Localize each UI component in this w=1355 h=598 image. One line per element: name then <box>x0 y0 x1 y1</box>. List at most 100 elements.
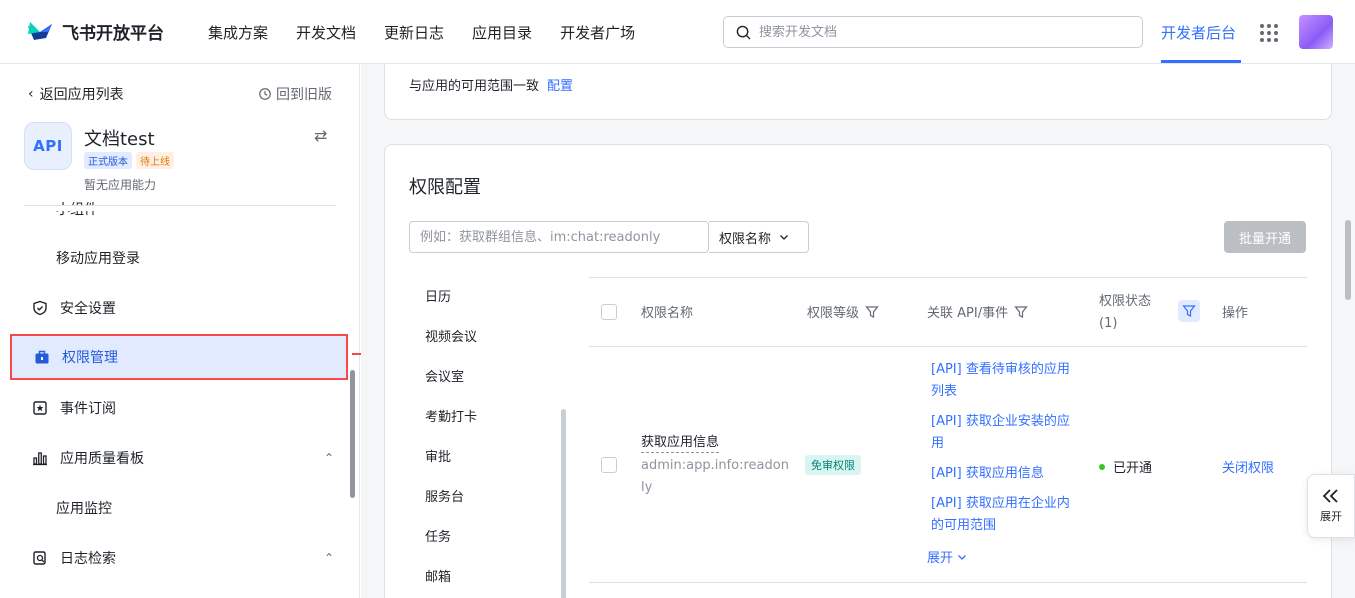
expand-apis-link[interactable]: 展开 <box>927 547 967 566</box>
category-item-mail[interactable]: 邮箱 <box>425 555 575 595</box>
col-label: 权限名称 <box>641 306 694 321</box>
app-badges: 正式版本 待上线 <box>84 152 174 169</box>
api-link[interactable]: [API] 获取应用信息 <box>931 463 1081 485</box>
chevron-up-icon[interactable]: ⌃ <box>324 551 334 565</box>
category-list: 日历 视频会议 会议室 考勤打卡 审批 服务台 任务 邮箱 <box>425 275 575 595</box>
permission-config-title: 权限配置 <box>409 177 481 198</box>
back-to-app-list[interactable]: ‹ 返回应用列表 <box>28 84 124 104</box>
api-link[interactable]: [API] 查看待审核的应用列表 <box>931 359 1081 403</box>
briefcase-icon <box>35 350 49 364</box>
category-scrollbar[interactable] <box>561 409 566 598</box>
user-avatar[interactable] <box>1299 15 1333 49</box>
category-item-calendar[interactable]: 日历 <box>425 275 575 315</box>
sidebar-item-security[interactable]: 安全设置 <box>10 285 348 331</box>
doc-search-box[interactable] <box>723 16 1143 48</box>
close-permission-link[interactable]: 关闭权限 <box>1222 457 1274 476</box>
select-all-checkbox[interactable] <box>601 304 617 320</box>
api-link[interactable]: [API] 获取应用在企业内的可用范围 <box>931 493 1081 537</box>
back-label: 返回应用列表 <box>39 87 124 103</box>
status-label: 已开通 <box>1113 461 1153 476</box>
batch-enable-button[interactable]: 批量开通 <box>1224 221 1306 253</box>
app-icon: API <box>24 122 72 170</box>
expand-label: 展开 <box>927 551 954 566</box>
apps-grid-icon[interactable] <box>1260 24 1278 42</box>
side-expand-panel[interactable]: 展开 <box>1307 474 1355 538</box>
nav-dev-square[interactable]: 开发者广场 <box>560 22 635 43</box>
scope-text: 与应用的可用范围一致 <box>409 79 540 94</box>
sidebar-item-monitor[interactable]: 应用监控 <box>10 485 348 531</box>
category-item-approval[interactable]: 审批 <box>425 435 575 475</box>
permission-search-box[interactable] <box>409 221 709 253</box>
permission-table-header: 权限名称 权限等级 关联 API/事件 权限状态 (1) 操作 <box>589 277 1307 347</box>
side-expand-label: 展开 <box>1320 510 1342 523</box>
scope-card: 与应用的可用范围一致 配置 <box>384 64 1332 120</box>
shield-icon <box>33 300 47 316</box>
col-related-api: 关联 API/事件 <box>927 302 1028 321</box>
category-item-meeting-room[interactable]: 会议室 <box>425 355 575 395</box>
related-api-list: [API] 查看待审核的应用列表 [API] 获取企业安装的应用 [API] 获… <box>931 359 1081 545</box>
switch-app-icon[interactable]: ⇄ <box>314 126 327 145</box>
row-checkbox[interactable] <box>601 457 617 473</box>
app-name: 文档test <box>84 129 155 150</box>
sidebar-item-label: 应用质量看板 <box>60 451 144 467</box>
doc-search-input[interactable] <box>759 24 1119 40</box>
permission-status: 已开通 <box>1099 457 1152 476</box>
permission-level-tag: 免审权限 <box>805 455 861 475</box>
scope-row: 与应用的可用范围一致 配置 <box>409 75 573 94</box>
chevron-up-icon[interactable]: ⌃ <box>324 451 334 465</box>
log-search-icon <box>33 551 46 565</box>
col-action: 操作 <box>1222 302 1248 321</box>
old-version-label: 回到旧版 <box>276 87 332 103</box>
sidebar-scrollbar[interactable] <box>350 370 355 498</box>
sidebar-item-label: 日志检索 <box>60 551 116 567</box>
permission-code: admin:app.info:readonly <box>641 458 789 495</box>
sidebar-item-label: 应用监控 <box>56 501 112 517</box>
sidebar-item-events[interactable]: 事件订阅 <box>10 385 348 431</box>
select-value: 权限名称 <box>719 231 772 247</box>
sidebar-divider <box>24 205 336 206</box>
category-item-helpdesk[interactable]: 服务台 <box>425 475 575 515</box>
nav-docs[interactable]: 开发文档 <box>296 22 356 43</box>
filter-icon[interactable] <box>865 305 879 319</box>
feishu-logo-icon <box>28 22 52 40</box>
sidebar-item-quality[interactable]: 应用质量看板 ⌃ <box>10 435 348 481</box>
main-scrollbar[interactable] <box>1345 220 1351 300</box>
filter-icon[interactable] <box>1014 305 1028 319</box>
dev-console-link[interactable]: 开发者后台 <box>1161 22 1236 43</box>
col-permission-status: 权限状态 (1) <box>1099 292 1151 334</box>
sidebar-item-label: 移动应用登录 <box>56 251 140 267</box>
double-chevron-left-icon <box>1322 489 1338 503</box>
bar-chart-icon <box>33 452 47 466</box>
logo-text: 飞书开放平台 <box>62 23 164 44</box>
scope-config-link[interactable]: 配置 <box>547 79 573 94</box>
filter-active-icon[interactable] <box>1178 300 1200 322</box>
nav-app-directory[interactable]: 应用目录 <box>472 22 532 43</box>
sidebar-item-mobile-login[interactable]: 移动应用登录 <box>10 235 348 281</box>
col-permission-name: 权限名称 <box>641 302 693 321</box>
table-row: 获取应用信息 admin:app.info:readonly 免审权限 [API… <box>589 347 1307 583</box>
top-nav: 集成方案 开发文档 更新日志 应用目录 开发者广场 <box>208 22 635 43</box>
old-version-link[interactable]: 回到旧版 <box>258 84 332 104</box>
permission-name[interactable]: 获取应用信息 <box>641 431 720 453</box>
category-item-task[interactable]: 任务 <box>425 515 575 555</box>
status-count: (1) <box>1099 316 1118 331</box>
sidebar-item-permissions[interactable]: 权限管理 <box>10 334 348 380</box>
nav-solutions[interactable]: 集成方案 <box>208 22 268 43</box>
col-label: 操作 <box>1222 306 1249 321</box>
api-link[interactable]: [API] 获取企业安装的应用 <box>931 411 1081 455</box>
top-header: 飞书开放平台 集成方案 开发文档 更新日志 应用目录 开发者广场 开发者后台 <box>0 0 1355 64</box>
nav-changelog[interactable]: 更新日志 <box>384 22 444 43</box>
permission-search-type-select[interactable]: 权限名称 <box>709 221 809 253</box>
history-icon <box>259 88 271 100</box>
col-permission-level: 权限等级 <box>807 302 879 321</box>
release-badge: 正式版本 <box>84 152 132 169</box>
category-item-video-meeting[interactable]: 视频会议 <box>425 315 575 355</box>
pending-badge: 待上线 <box>136 152 174 169</box>
permission-search-input[interactable] <box>410 223 708 251</box>
category-item-attendance[interactable]: 考勤打卡 <box>425 395 575 435</box>
active-tab-underline <box>1161 60 1241 63</box>
logo[interactable]: 飞书开放平台 <box>26 18 164 44</box>
sidebar: ‹ 返回应用列表 回到旧版 API 文档test 正式版本 待上线 暂无应用能力… <box>0 64 360 598</box>
sidebar-item-logs[interactable]: 日志检索 ⌃ <box>10 535 348 581</box>
col-label: 关联 API/事件 <box>927 306 1009 321</box>
